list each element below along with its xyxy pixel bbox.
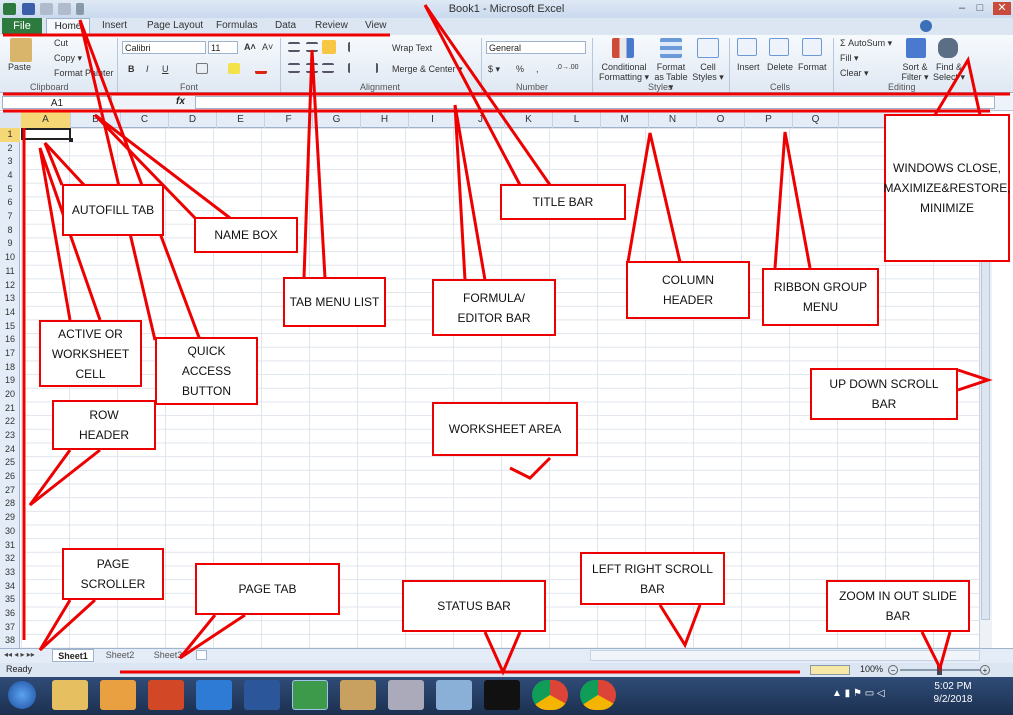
callout-status-bar: STATUS BAR	[402, 580, 546, 632]
callout-leftright-scroll: LEFT RIGHT SCROLL BAR	[580, 552, 725, 605]
callout-tab-menu: TAB MENU LIST	[283, 277, 386, 327]
callout-updown-scroll: UP DOWN SCROLL BAR	[810, 368, 958, 420]
callout-windows-buttons: WINDOWS CLOSE, MAXIMIZE&RESTORE, MINIMIZ…	[883, 114, 1011, 262]
callout-title-bar: TITLE BAR	[500, 184, 626, 220]
callout-column-header: COLUMN HEADER	[626, 261, 750, 319]
callout-autofill: AUTOFILL TAB	[62, 184, 164, 236]
callout-name-box: NAME BOX	[194, 217, 298, 253]
callout-formula-bar: FORMULA/ EDITOR BAR	[432, 279, 556, 336]
callout-worksheet-area: WORKSHEET AREA	[432, 402, 578, 456]
callout-ribbon-group: RIBBON GROUP MENU	[762, 268, 879, 326]
callout-row-header: ROW HEADER	[52, 400, 156, 450]
callout-page-tab: PAGE TAB	[195, 563, 340, 615]
callout-quick-access: QUICK ACCESS BUTTON	[155, 337, 258, 405]
callout-active-cell: ACTIVE OR WORKSHEET CELL	[39, 320, 142, 387]
callout-zoom-slider: ZOOM IN OUT SLIDE BAR	[826, 580, 970, 632]
callout-page-scroller: PAGE SCROLLER	[62, 548, 164, 600]
